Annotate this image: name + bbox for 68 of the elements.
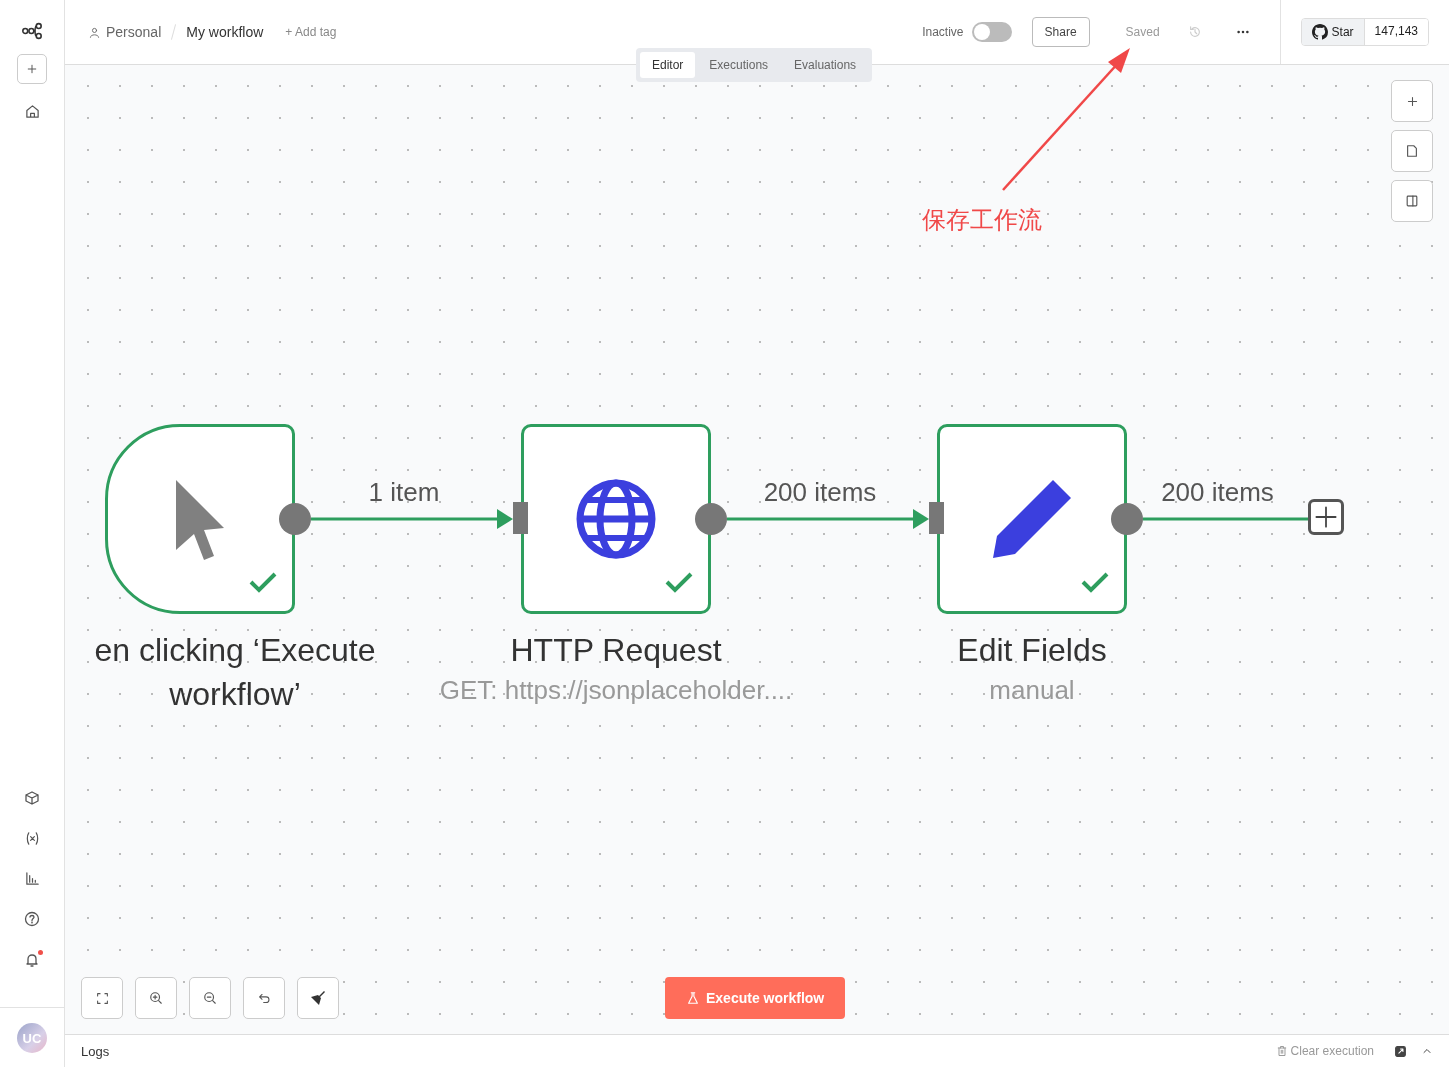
panel-icon: [1405, 194, 1419, 208]
tidy-up-button[interactable]: [297, 977, 339, 1019]
view-tab[interactable]: Evaluations: [782, 52, 869, 78]
zoom-in-icon: [149, 991, 163, 1005]
plus-icon: [1315, 506, 1337, 528]
node-subtitle: manual: [988, 675, 1076, 706]
home-icon: [24, 104, 40, 119]
chart-icon: [24, 871, 40, 886]
fullscreen-icon: [95, 991, 109, 1005]
check-icon: [664, 571, 694, 593]
zoom-in-button[interactable]: [135, 977, 177, 1019]
input-handle[interactable]: [513, 502, 528, 534]
check-icon: [1080, 571, 1110, 593]
zoom-out-icon: [203, 991, 217, 1005]
view-tab[interactable]: Executions: [697, 52, 781, 78]
annotation-text: 保存工作流: [922, 205, 1042, 235]
help-icon: [24, 911, 40, 927]
add-button[interactable]: [17, 54, 47, 84]
active-toggle[interactable]: [971, 22, 1012, 42]
add-tag-link[interactable]: + Add tag: [285, 25, 337, 39]
workflow-name[interactable]: My workflow: [186, 24, 264, 40]
github-icon: [1311, 24, 1328, 40]
popout-icon: [1394, 1044, 1407, 1058]
person-icon: [89, 26, 100, 38]
undo-button[interactable]: [243, 977, 285, 1019]
output-handle[interactable]: [1111, 503, 1143, 535]
history-icon: [1187, 25, 1202, 39]
view-tab[interactable]: Editor: [640, 52, 696, 78]
share-button[interactable]: Share: [1031, 17, 1090, 47]
clear-execution-button[interactable]: Clear execution: [1269, 1043, 1380, 1059]
cursor-icon: [174, 478, 226, 560]
bell-icon: [24, 952, 40, 968]
node-subtitle: GET: https://jsonplaceholder....: [438, 675, 794, 706]
execute-workflow-button[interactable]: Execute workflow: [665, 977, 846, 1019]
node-title: en clicking ‘Execute workflow’: [93, 631, 377, 714]
plus-icon: [1405, 94, 1419, 108]
fit-view-button[interactable]: [81, 977, 123, 1019]
sticky-note-button[interactable]: [1391, 130, 1433, 172]
workflow-node[interactable]: [105, 424, 295, 614]
pencil-icon: [991, 478, 1073, 560]
item-count-label: 1 item: [367, 477, 441, 508]
zoom-out-button[interactable]: [189, 977, 231, 1019]
breadcrumb-link[interactable]: Personal: [106, 24, 162, 40]
workflow-node[interactable]: [521, 424, 711, 614]
broom-icon: [310, 990, 326, 1006]
add-node-button[interactable]: [1308, 499, 1344, 535]
check-icon: [248, 571, 278, 593]
output-handle[interactable]: [695, 503, 727, 535]
undo-icon: [257, 991, 271, 1005]
variable-icon: [24, 831, 40, 846]
logs-title[interactable]: Logs: [81, 1043, 110, 1059]
item-count-label: 200 items: [1160, 477, 1275, 508]
flask-icon: [686, 991, 700, 1005]
plus-icon: [26, 63, 38, 75]
node-title: HTTP Request: [509, 631, 723, 670]
input-handle[interactable]: [929, 502, 944, 534]
save-status[interactable]: Saved: [1125, 25, 1160, 39]
active-label: Inactive: [922, 25, 964, 39]
output-handle[interactable]: [279, 503, 311, 535]
node-title: Edit Fields: [956, 631, 1108, 670]
globe-icon: [575, 478, 657, 560]
box-icon: [24, 790, 40, 806]
note-icon: [1405, 144, 1419, 158]
panel-toggle-button[interactable]: [1391, 180, 1433, 222]
item-count-label: 200 items: [762, 477, 878, 508]
trash-icon: [1275, 1045, 1288, 1057]
github-star-button[interactable]: Star: [1301, 19, 1365, 45]
workflow-node[interactable]: [937, 424, 1127, 614]
